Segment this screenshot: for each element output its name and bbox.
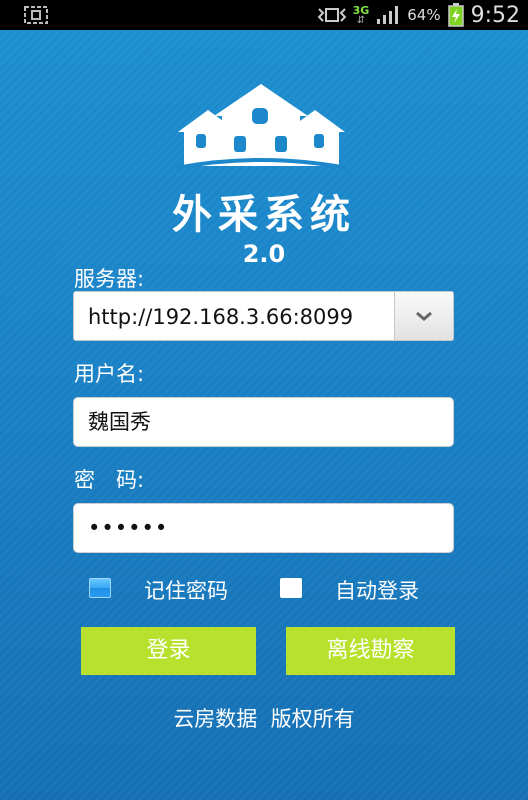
house-logo-icon	[175, 84, 348, 170]
auto-login-label[interactable]: 自动登录	[335, 575, 419, 605]
server-input[interactable]: http://192.168.3.66:8099	[88, 292, 393, 342]
app-title: 外采系统	[172, 192, 356, 238]
battery-charging-icon	[447, 3, 464, 27]
username-label: 用户名:	[74, 362, 145, 386]
screenshot-icon	[24, 6, 48, 24]
offline-survey-button[interactable]: 离线勘察	[286, 627, 455, 675]
server-select[interactable]: http://192.168.3.66:8099	[73, 291, 454, 341]
server-label: 服务器:	[74, 267, 145, 291]
password-input[interactable]: ••••••	[73, 503, 454, 553]
remember-password-checkbox[interactable]	[89, 578, 111, 598]
password-label: 密 码:	[74, 468, 145, 492]
signal-3g-icon: 3G ⇵	[352, 3, 370, 26]
remember-password-label[interactable]: 记住密码	[144, 575, 228, 605]
status-clock: 9:52	[470, 2, 520, 28]
auto-login-checkbox[interactable]	[280, 578, 302, 598]
signal-bars-icon	[377, 6, 399, 24]
chevron-down-icon	[416, 311, 432, 321]
server-dropdown-button[interactable]	[394, 292, 453, 340]
vibrate-icon	[317, 8, 346, 22]
network-type: 3G	[352, 3, 370, 17]
status-bar: 3G ⇵ 64% 9:52	[0, 0, 528, 30]
login-button[interactable]: 登录	[81, 627, 256, 675]
battery-percent: 64%	[407, 6, 441, 24]
copyright-text: 云房数据 版权所有	[173, 707, 355, 731]
username-input[interactable]: 魏国秀	[73, 397, 454, 447]
